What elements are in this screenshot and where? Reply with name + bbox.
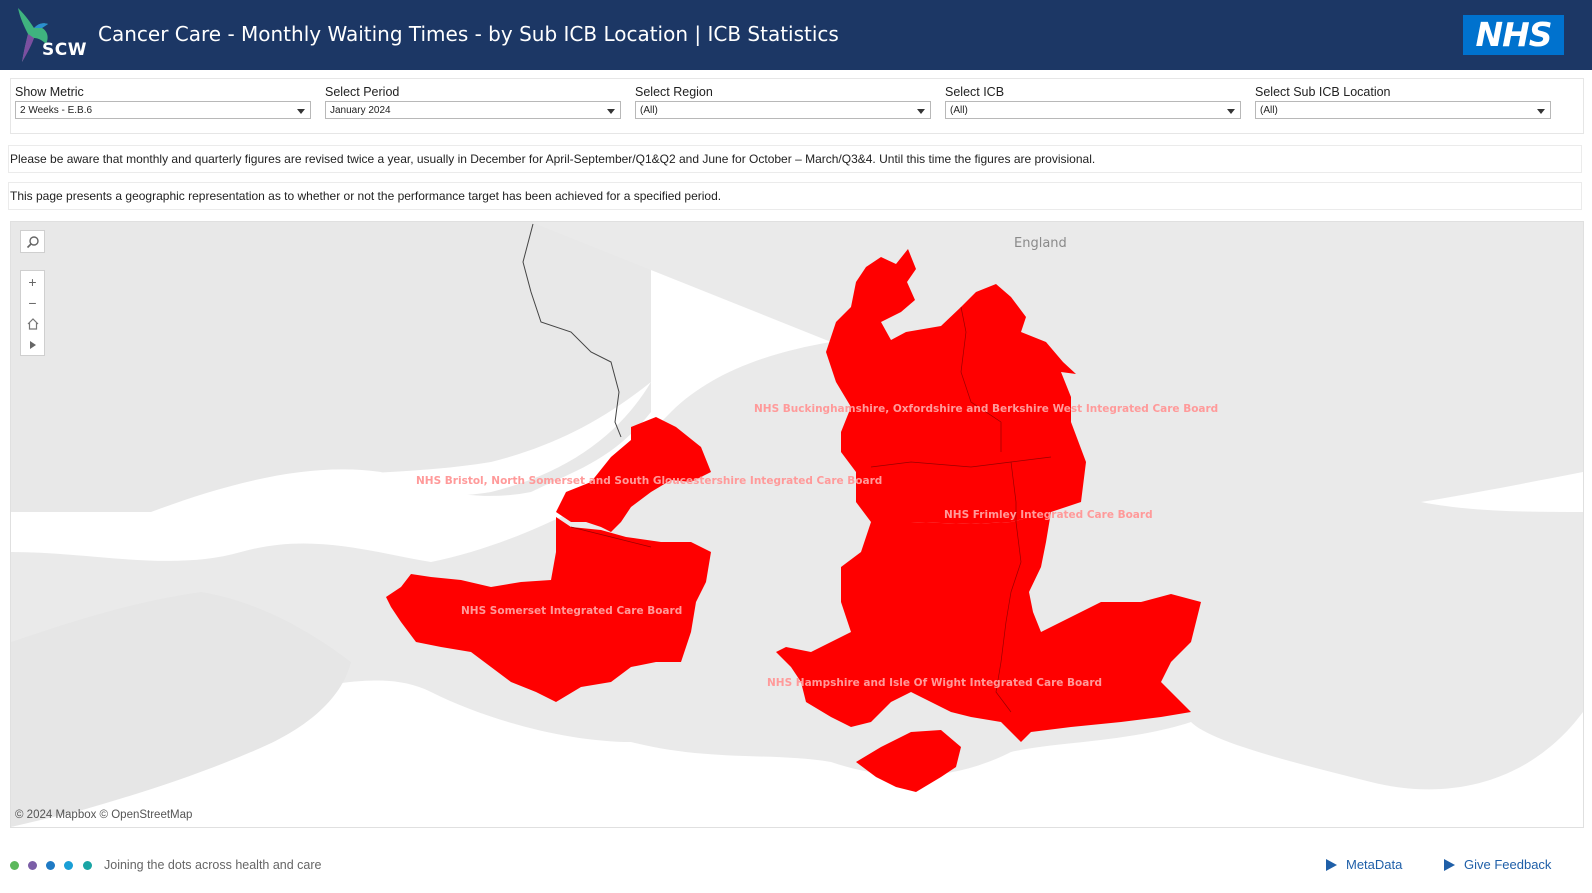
region-label-hiow[interactable]: NHS Hampshire and Isle Of Wight Integrat… — [767, 677, 1102, 689]
give-feedback-link[interactable]: Give Feedback — [1444, 857, 1551, 872]
map-basemap — [11, 222, 1583, 827]
filter-label: Select Period — [325, 85, 400, 99]
home-icon[interactable] — [21, 313, 44, 334]
map-view[interactable]: England NHS Buckinghamshire, Oxfordshire… — [10, 221, 1584, 828]
decorative-dot — [46, 861, 55, 870]
filter-show-metric: Show Metric 2 Weeks - E.B.6 — [11, 85, 311, 119]
select-period-dropdown[interactable]: January 2024 — [325, 101, 621, 119]
filter-label: Show Metric — [15, 85, 84, 99]
expand-icon[interactable] — [21, 334, 44, 355]
region-label-somerset[interactable]: NHS Somerset Integrated Care Board — [461, 605, 682, 617]
show-metric-dropdown[interactable]: 2 Weeks - E.B.6 — [15, 101, 311, 119]
decorative-dot — [64, 861, 73, 870]
decorative-dot — [10, 861, 19, 870]
page-description: This page presents a geographic represen… — [8, 182, 1582, 210]
app-header: SCW Cancer Care - Monthly Waiting Times … — [0, 0, 1592, 70]
select-region-dropdown[interactable]: (All) — [635, 101, 931, 119]
chevron-down-icon — [1537, 109, 1545, 114]
play-icon — [1444, 858, 1455, 871]
zoom-out-icon[interactable]: − — [21, 292, 44, 313]
filter-select-icb: Select ICB (All) — [941, 85, 1241, 119]
place-label-england: England — [1014, 236, 1067, 251]
page-title: Cancer Care - Monthly Waiting Times - by… — [98, 22, 839, 46]
region-label-bob[interactable]: NHS Buckinghamshire, Oxfordshire and Ber… — [754, 403, 1218, 415]
scw-logo-text: SCW — [42, 40, 87, 60]
filter-select-region: Select Region (All) — [631, 85, 931, 119]
select-sub-icb-dropdown[interactable]: (All) — [1255, 101, 1551, 119]
chevron-down-icon — [1227, 109, 1235, 114]
map-zoom-controls: + − — [20, 270, 45, 356]
filter-select-sub-icb: Select Sub ICB Location (All) — [1251, 85, 1551, 119]
filter-bar: Show Metric 2 Weeks - E.B.6 Select Perio… — [10, 78, 1584, 134]
search-icon[interactable] — [21, 231, 44, 252]
decorative-dot — [28, 861, 37, 870]
filter-label: Select Sub ICB Location — [1255, 85, 1391, 99]
footer: Joining the dots across health and care … — [0, 850, 1592, 893]
nhs-logo: NHS — [1463, 15, 1564, 55]
metadata-link[interactable]: MetaData — [1326, 857, 1402, 872]
select-icb-dropdown[interactable]: (All) — [945, 101, 1241, 119]
map-search-control — [20, 230, 45, 253]
filter-label: Select Region — [635, 85, 713, 99]
region-label-frimley[interactable]: NHS Frimley Integrated Care Board — [944, 509, 1153, 521]
region-label-bnssg[interactable]: NHS Bristol, North Somerset and South Gl… — [416, 475, 882, 487]
footer-tagline: Joining the dots across health and care — [104, 858, 322, 872]
decorative-dot — [83, 861, 92, 870]
chevron-down-icon — [607, 109, 615, 114]
chevron-down-icon — [297, 109, 305, 114]
revision-notice: Please be aware that monthly and quarter… — [8, 145, 1582, 173]
zoom-in-icon[interactable]: + — [21, 271, 44, 292]
play-icon — [1326, 858, 1337, 871]
filter-label: Select ICB — [945, 85, 1005, 99]
filter-select-period: Select Period January 2024 — [321, 85, 621, 119]
chevron-down-icon — [917, 109, 925, 114]
map-attribution[interactable]: © 2024 Mapbox © OpenStreetMap — [15, 809, 192, 821]
